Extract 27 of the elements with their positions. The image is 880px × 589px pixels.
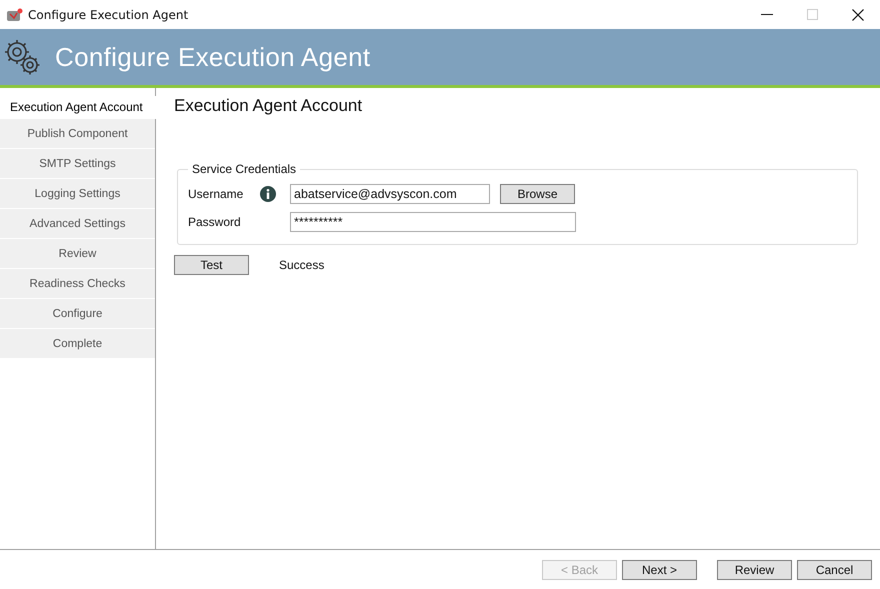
window-title: Configure Execution Agent bbox=[28, 8, 188, 22]
sidebar-item[interactable]: Review bbox=[0, 239, 155, 269]
page-title: Execution Agent Account bbox=[174, 96, 364, 116]
username-label: Username bbox=[188, 187, 244, 201]
sidebar-item[interactable]: SMTP Settings bbox=[0, 149, 155, 179]
sidebar-item[interactable]: Advanced Settings bbox=[0, 209, 155, 239]
app-icon bbox=[7, 8, 23, 22]
footer-button[interactable]: Review bbox=[717, 560, 792, 580]
close-icon[interactable] bbox=[852, 8, 864, 20]
browse-button[interactable]: Browse bbox=[500, 184, 575, 204]
group-title: Service Credentials bbox=[191, 162, 298, 176]
minimize-icon[interactable] bbox=[761, 14, 773, 16]
test-button[interactable]: Test bbox=[174, 255, 249, 275]
sidebar-item[interactable]: Publish Component bbox=[0, 119, 155, 149]
sidebar-item[interactable]: Complete bbox=[0, 329, 155, 359]
gears-icon bbox=[3, 38, 41, 76]
header-title: Configure Execution Agent bbox=[55, 42, 370, 72]
sidebar-item[interactable]: Logging Settings bbox=[0, 179, 155, 209]
sidebar-item[interactable]: Readiness Checks bbox=[0, 269, 155, 299]
footer-button[interactable]: Cancel bbox=[797, 560, 872, 580]
password-field[interactable]: ********** bbox=[290, 212, 576, 232]
sidebar-item[interactable]: Configure bbox=[0, 299, 155, 329]
test-result: Success bbox=[279, 258, 324, 272]
info-icon[interactable] bbox=[260, 186, 276, 202]
footer-button[interactable]: Next > bbox=[622, 560, 697, 580]
password-label: Password bbox=[188, 215, 242, 229]
username-field[interactable]: abatservice@advsyscon.com bbox=[290, 184, 490, 204]
